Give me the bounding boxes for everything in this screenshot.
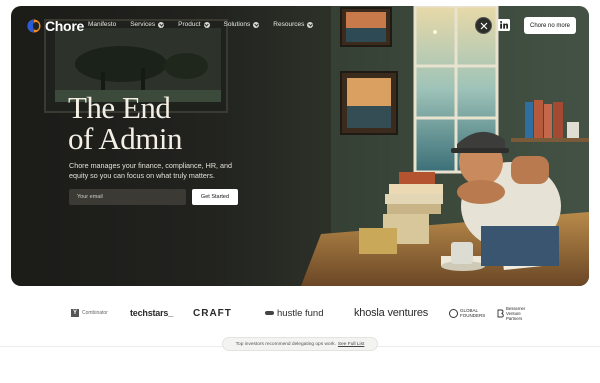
chevron-down-icon — [307, 21, 314, 28]
headline-line-1: The End — [68, 90, 171, 125]
x-social-link[interactable] — [475, 17, 492, 34]
see-full-list-link[interactable]: See Full List — [338, 342, 364, 347]
nav-link-label: Manifesto — [88, 21, 117, 28]
nav-link-label: Resources — [273, 21, 305, 28]
logo-y-combinator: Y Combinator — [71, 300, 108, 326]
chevron-down-icon — [203, 21, 210, 28]
nav-link-label: Product — [178, 21, 201, 28]
hero-section: Chore Manifesto Services Product Solutio… — [11, 6, 589, 286]
logo-techstars: techstars_ — [130, 308, 174, 318]
top-navigation: Chore Manifesto Services Product Solutio… — [11, 6, 589, 46]
email-placeholder: Your email — [77, 194, 103, 200]
linkedin-icon[interactable] — [498, 19, 510, 31]
global-founders-icon — [449, 308, 458, 318]
nav-link-solutions[interactable]: Solutions — [224, 21, 260, 28]
investors-note-pill: Top investors recommend delegating ops w… — [222, 337, 378, 351]
brand-logo[interactable]: Chore — [27, 18, 84, 34]
nav-link-label: Solutions — [223, 21, 251, 28]
logo-text: Bessemer Venture Partners — [506, 305, 526, 321]
logo-text: GLOBAL FOUNDERS — [460, 308, 486, 318]
hero-headline: The End of Admin — [68, 92, 182, 154]
nav-link-services[interactable]: Services — [130, 21, 165, 28]
email-input[interactable]: Your email — [69, 189, 186, 205]
logo-text: hustle fund — [277, 307, 324, 319]
chore-logo-icon — [27, 19, 41, 33]
logo-global-founders: GLOBAL FOUNDERS — [449, 300, 486, 326]
nav-link-product[interactable]: Product — [178, 21, 210, 28]
logo-khosla-ventures: khosla ventures — [354, 307, 429, 319]
nav-link-label: Services — [130, 21, 156, 28]
logo-hustle-fund: hustle fund — [265, 300, 323, 326]
pill-text: Top investors recommend delegating ops w… — [235, 341, 336, 347]
investor-logos: Y Combinator techstars_ CRAFT hustle fun… — [0, 300, 600, 326]
hero-subtitle: Chore manages your finance, compliance, … — [69, 161, 233, 180]
chevron-down-icon — [158, 21, 165, 28]
nav-links: Manifesto Services Product Solutions Res… — [88, 21, 314, 28]
logo-text: Combinator — [82, 310, 108, 316]
bessemer-icon — [497, 309, 504, 317]
hustle-fund-icon — [265, 311, 274, 315]
chore-no-more-button[interactable]: Chore no more — [524, 17, 577, 34]
nav-link-resources[interactable]: Resources — [273, 21, 314, 28]
logo-craft: CRAFT — [193, 307, 232, 319]
x-logo-icon — [480, 22, 487, 29]
y-combinator-icon: Y — [71, 309, 79, 317]
chevron-down-icon — [253, 21, 260, 28]
headline-line-2: of Admin — [68, 121, 182, 156]
brand-name: Chore — [45, 18, 84, 34]
nav-link-manifesto[interactable]: Manifesto — [88, 21, 116, 28]
logo-bessemer: Bessemer Venture Partners — [497, 300, 530, 326]
get-started-button[interactable]: Get Started — [192, 189, 238, 205]
